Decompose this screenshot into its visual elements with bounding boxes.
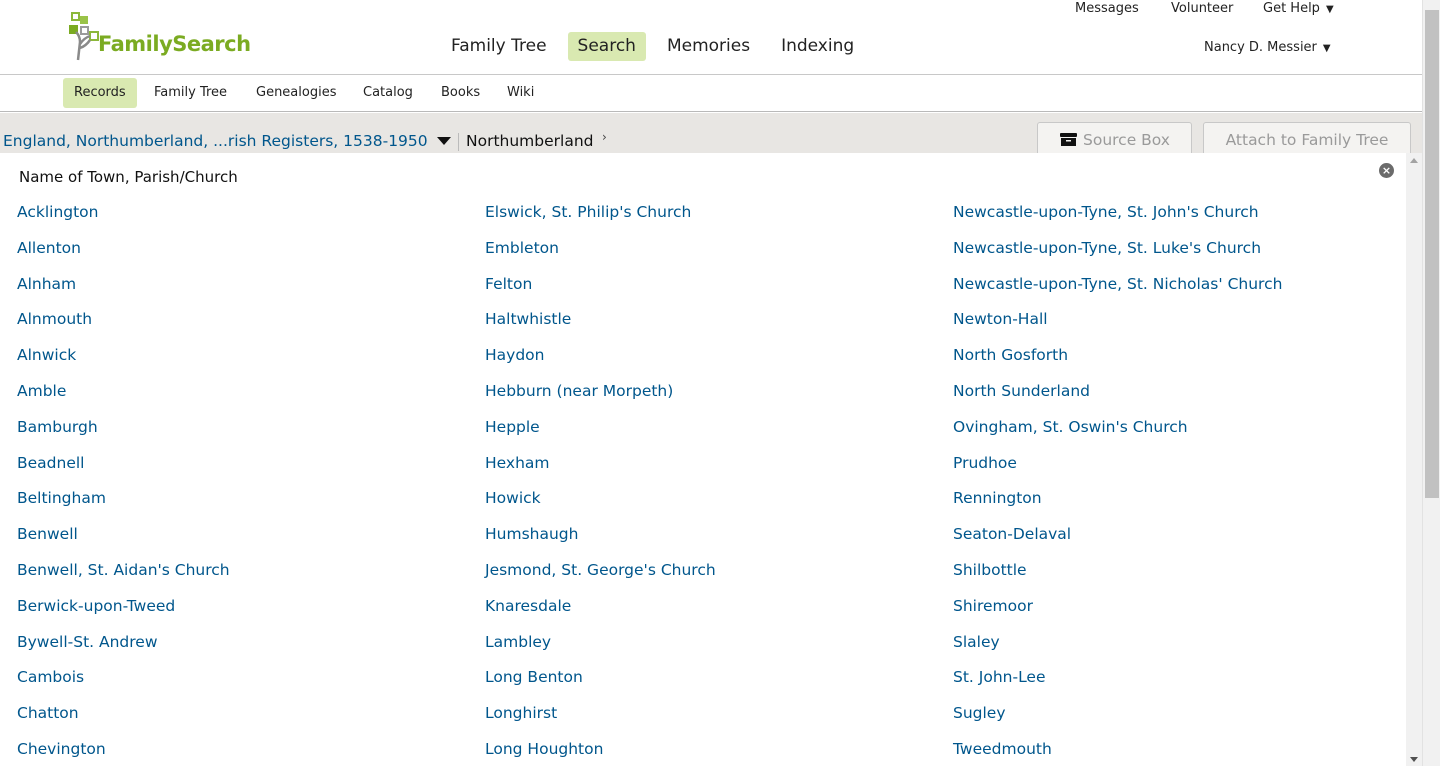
search-subnav: Records Family Tree Genealogies Catalog …	[0, 75, 1422, 112]
place-link[interactable]: Benwell, St. Aidan's Church	[17, 561, 230, 597]
subnav-family-tree[interactable]: Family Tree	[143, 78, 238, 108]
place-link[interactable]: Chevington	[17, 740, 230, 766]
place-link[interactable]: Rennington	[953, 489, 1282, 525]
place-link[interactable]: Hebburn (near Morpeth)	[485, 382, 716, 418]
nav-indexing[interactable]: Indexing	[771, 32, 864, 61]
nav-search[interactable]: Search	[567, 32, 646, 61]
place-link[interactable]: Allenton	[17, 239, 230, 275]
panel-title: Name of Town, Parish/Church	[19, 168, 238, 186]
place-link[interactable]: Acklington	[17, 203, 230, 239]
logo-wordmark: FamilySearch	[98, 32, 251, 56]
subnav-catalog[interactable]: Catalog	[352, 78, 424, 108]
place-link[interactable]: Bamburgh	[17, 418, 230, 454]
get-help-menu[interactable]: Get Help ▼	[1263, 1, 1334, 16]
scroll-down-arrow-icon[interactable]	[1410, 757, 1418, 762]
place-link[interactable]: Haydon	[485, 346, 716, 382]
source-box-label: Source Box	[1083, 131, 1170, 149]
place-link[interactable]: Longhirst	[485, 704, 716, 740]
archive-box-icon	[1060, 133, 1077, 146]
attach-to-family-tree-button[interactable]: Attach to Family Tree	[1203, 122, 1411, 154]
page-scrollbar[interactable]	[1422, 0, 1440, 766]
place-link[interactable]: Cambois	[17, 668, 230, 704]
subnav-wiki[interactable]: Wiki	[496, 78, 545, 108]
place-link[interactable]: Bywell-St. Andrew	[17, 633, 230, 669]
place-link[interactable]: North Gosforth	[953, 346, 1282, 382]
place-link[interactable]: Hepple	[485, 418, 716, 454]
place-link[interactable]: Chatton	[17, 704, 230, 740]
place-link[interactable]: North Sunderland	[953, 382, 1282, 418]
place-link[interactable]: Long Houghton	[485, 740, 716, 766]
place-column-3: Newcastle-upon-Tyne, St. John's Church Ne…	[953, 203, 1282, 766]
place-link[interactable]: Slaley	[953, 633, 1282, 669]
place-link[interactable]: Knaresdale	[485, 597, 716, 633]
place-link[interactable]: Jesmond, St. George's Church	[485, 561, 716, 597]
dropdown-triangle-icon[interactable]	[437, 137, 451, 145]
subnav-books[interactable]: Books	[430, 78, 491, 108]
page-scrollbar-thumb[interactable]	[1425, 10, 1439, 498]
caret-down-icon: ▼	[1322, 43, 1331, 54]
nav-family-tree[interactable]: Family Tree	[441, 32, 557, 61]
primary-nav: Family Tree Search Memories Indexing	[441, 32, 875, 62]
place-link[interactable]: Seaton-Delaval	[953, 525, 1282, 561]
place-link[interactable]: Alnham	[17, 275, 230, 311]
user-name: Nancy D. Messier	[1204, 40, 1317, 55]
place-link[interactable]: Sugley	[953, 704, 1282, 740]
place-link[interactable]: Felton	[485, 275, 716, 311]
messages-link[interactable]: Messages	[1075, 1, 1139, 16]
volunteer-link[interactable]: Volunteer	[1171, 1, 1233, 16]
place-picker-panel: Name of Town, Parish/Church × Acklington…	[0, 153, 1406, 766]
subnav-genealogies[interactable]: Genealogies	[245, 78, 347, 108]
place-link[interactable]: Howick	[485, 489, 716, 525]
chevron-right-icon[interactable]: ›	[602, 130, 607, 144]
place-link[interactable]: Benwell	[17, 525, 230, 561]
site-header: FamilySearch Family Tree Search Memories…	[0, 0, 1422, 75]
panel-scrollbar[interactable]	[1406, 153, 1422, 766]
nav-memories[interactable]: Memories	[657, 32, 760, 61]
breadcrumb-divider	[458, 133, 459, 151]
subnav-records[interactable]: Records	[63, 78, 137, 108]
place-link[interactable]: Newton-Hall	[953, 310, 1282, 346]
place-link[interactable]: St. John-Lee	[953, 668, 1282, 704]
place-link[interactable]: Embleton	[485, 239, 716, 275]
place-link[interactable]: Hexham	[485, 454, 716, 490]
place-link[interactable]: Shilbottle	[953, 561, 1282, 597]
place-link[interactable]: Newcastle-upon-Tyne, St. John's Church	[953, 203, 1282, 239]
place-column-2: Elswick, St. Philip's Church Embleton Felt…	[485, 203, 716, 766]
place-link[interactable]: Shiremoor	[953, 597, 1282, 633]
place-link[interactable]: Beltingham	[17, 489, 230, 525]
place-link[interactable]: Prudhoe	[953, 454, 1282, 490]
place-link[interactable]: Amble	[17, 382, 230, 418]
caret-down-icon: ▼	[1325, 4, 1334, 15]
place-link[interactable]: Ovingham, St. Oswin's Church	[953, 418, 1282, 454]
place-link[interactable]: Alnwick	[17, 346, 230, 382]
breadcrumb-collection[interactable]: England, Northumberland, ...rish Registe…	[3, 132, 428, 150]
place-link[interactable]: Elswick, St. Philip's Church	[485, 203, 716, 239]
familysearch-logo[interactable]: FamilySearch	[68, 12, 258, 62]
place-link[interactable]: Haltwhistle	[485, 310, 716, 346]
place-link[interactable]: Alnmouth	[17, 310, 230, 346]
close-icon[interactable]: ×	[1379, 163, 1394, 178]
place-link[interactable]: Long Benton	[485, 668, 716, 704]
page: FamilySearch Family Tree Search Memories…	[0, 0, 1440, 766]
place-link[interactable]: Newcastle-upon-Tyne, St. Nicholas' Churc…	[953, 275, 1282, 311]
user-menu[interactable]: Nancy D. Messier ▼	[1204, 40, 1331, 55]
place-column-1: Acklington Allenton Alnham Alnmouth Alnwick A…	[17, 203, 230, 766]
place-link[interactable]: Berwick-upon-Tweed	[17, 597, 230, 633]
place-link[interactable]: Lambley	[485, 633, 716, 669]
breadcrumb-bar: England, Northumberland, ...rish Registe…	[0, 113, 1422, 154]
place-link[interactable]: Newcastle-upon-Tyne, St. Luke's Church	[953, 239, 1282, 275]
place-link[interactable]: Humshaugh	[485, 525, 716, 561]
scroll-up-arrow-icon[interactable]	[1410, 158, 1418, 163]
place-link[interactable]: Beadnell	[17, 454, 230, 490]
breadcrumb-place[interactable]: Northumberland	[466, 132, 594, 150]
get-help-label: Get Help	[1263, 1, 1320, 16]
place-link[interactable]: Tweedmouth	[953, 740, 1282, 766]
source-box-button[interactable]: Source Box	[1037, 122, 1192, 154]
